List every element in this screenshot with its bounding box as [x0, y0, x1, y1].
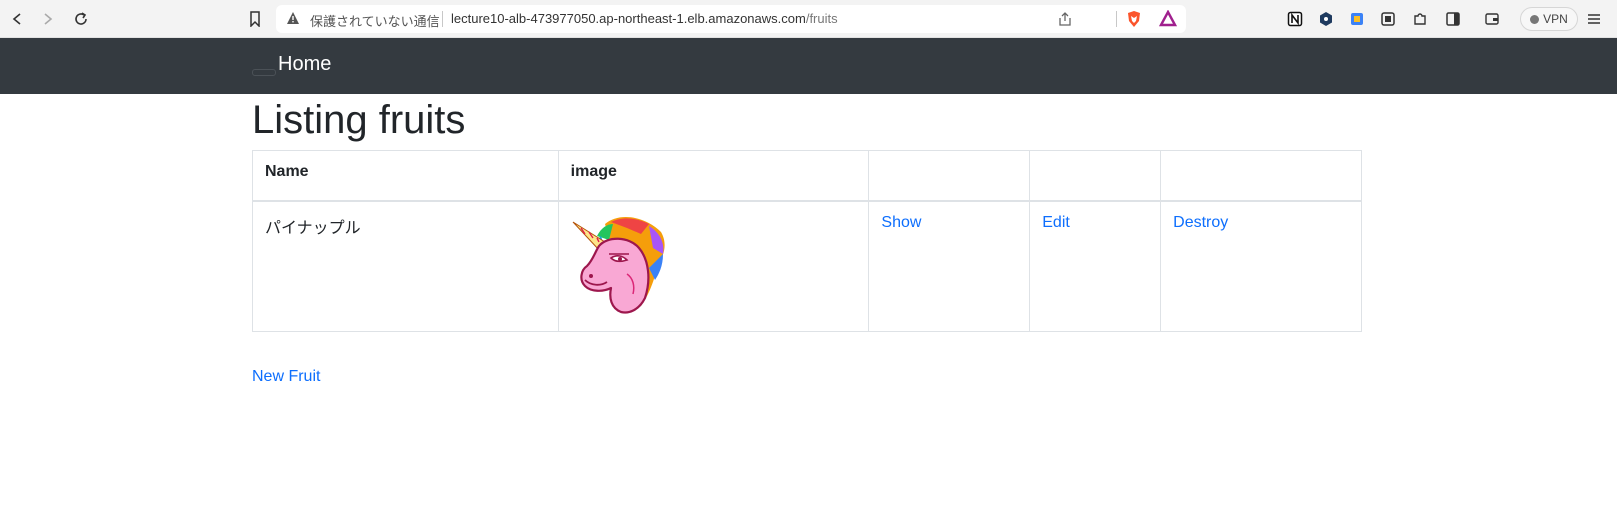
- fruits-table: Name image パイナップル Show Edit Destroy: [252, 150, 1362, 332]
- url-divider-2: [1116, 11, 1117, 27]
- extension-doc-icon[interactable]: [1347, 9, 1367, 29]
- menu-icon[interactable]: [1584, 9, 1604, 29]
- destroy-cell: Destroy: [1160, 200, 1362, 332]
- url-host: lecture10-alb-473977050.ap-northeast-1.e…: [451, 11, 806, 26]
- table-header-row: Name image: [252, 150, 1362, 202]
- page-title: Listing fruits: [252, 98, 466, 142]
- fruit-name-cell: パイナップル: [252, 200, 559, 332]
- vpn-button[interactable]: VPN: [1520, 7, 1578, 31]
- app-navbar: Home: [0, 38, 1617, 94]
- navbar-toggler[interactable]: [252, 69, 276, 76]
- header-destroy: [1160, 150, 1362, 202]
- share-icon[interactable]: [1055, 9, 1075, 29]
- navbar-brand-home[interactable]: Home: [278, 53, 331, 76]
- header-edit: [1029, 150, 1162, 202]
- header-show: [868, 150, 1031, 202]
- vpn-status-icon: [1530, 14, 1540, 24]
- new-fruit-link[interactable]: New Fruit: [252, 368, 320, 386]
- url-divider: [442, 11, 443, 27]
- browser-toolbar: 保護されていない通信 lecture10-alb-473977050.ap-no…: [0, 0, 1617, 38]
- extension-hex-icon[interactable]: [1316, 9, 1336, 29]
- sidebar-icon[interactable]: [1443, 9, 1463, 29]
- header-name: Name: [252, 150, 559, 202]
- vpn-label: VPN: [1543, 12, 1568, 26]
- edit-cell: Edit: [1029, 200, 1162, 332]
- brave-rewards-icon[interactable]: [1158, 9, 1178, 29]
- unicorn-head-image: [572, 216, 665, 314]
- show-cell: Show: [868, 200, 1031, 332]
- url-text[interactable]: lecture10-alb-473977050.ap-northeast-1.e…: [451, 11, 838, 26]
- notion-icon[interactable]: [1285, 9, 1305, 29]
- back-icon[interactable]: [6, 8, 28, 30]
- destroy-link[interactable]: Destroy: [1173, 214, 1228, 231]
- fruit-image-cell: [557, 200, 870, 332]
- forward-icon[interactable]: [37, 8, 59, 30]
- show-link[interactable]: Show: [881, 214, 921, 231]
- address-bar[interactable]: 保護されていない通信 lecture10-alb-473977050.ap-no…: [276, 5, 1186, 33]
- table-row: パイナップル Show Edit Destroy: [252, 200, 1362, 332]
- reload-icon[interactable]: [70, 8, 92, 30]
- wallet-icon[interactable]: [1482, 9, 1502, 29]
- extensions-puzzle-icon[interactable]: [1410, 9, 1430, 29]
- bookmark-icon[interactable]: [244, 8, 266, 30]
- extension-page-icon[interactable]: [1378, 9, 1398, 29]
- url-path: /fruits: [805, 11, 838, 26]
- warning-icon[interactable]: [286, 11, 300, 30]
- header-image: image: [557, 150, 870, 202]
- brave-shields-icon[interactable]: [1124, 9, 1144, 29]
- security-label[interactable]: 保護されていない通信: [310, 11, 440, 30]
- edit-link[interactable]: Edit: [1042, 214, 1070, 231]
